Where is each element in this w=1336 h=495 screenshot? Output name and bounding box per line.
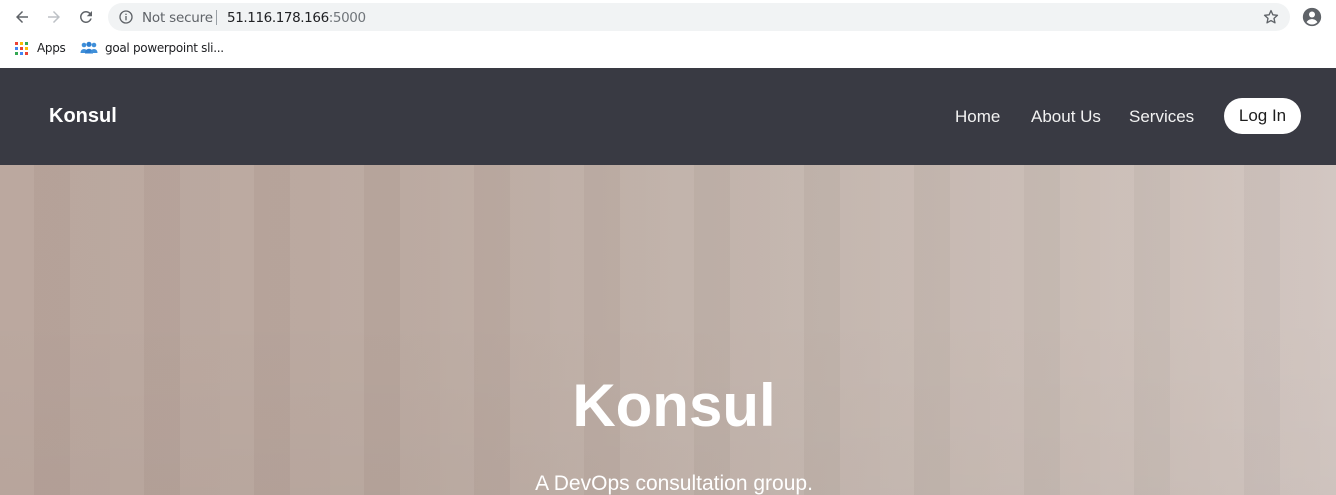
hero-title: Konsul <box>572 372 776 439</box>
nav-services[interactable]: Services <box>1129 107 1194 127</box>
hero-section: Konsul A DevOps consultation group. <box>0 165 1336 495</box>
browser-toolbar: Not secure 51.116.178.166:5000 <box>0 0 1336 34</box>
apps-grid-icon <box>15 41 28 55</box>
login-button[interactable]: Log In <box>1224 98 1301 134</box>
reload-button[interactable] <box>74 5 98 29</box>
bookmark-apps[interactable]: Apps <box>15 41 66 55</box>
people-group-icon <box>80 41 98 54</box>
reload-icon <box>79 10 92 23</box>
url-host: 51.116.178.166 <box>227 10 329 26</box>
nav-home[interactable]: Home <box>955 107 1000 127</box>
address-bar[interactable]: Not secure 51.116.178.166:5000 <box>108 3 1290 31</box>
arrow-right-icon <box>48 11 60 23</box>
url-port: :5000 <box>328 10 366 26</box>
nav-about-us[interactable]: About Us <box>1031 107 1101 127</box>
bookmark-goal-label: goal powerpoint sli... <box>105 41 224 55</box>
star-icon[interactable] <box>1262 8 1280 26</box>
profile-icon[interactable] <box>1302 7 1322 27</box>
bookmarks-bar: Apps goal powerpoint sli... <box>0 34 1336 68</box>
site-navbar: Konsul Home About Us Services Log In <box>0 68 1336 165</box>
url-text: 51.116.178.166:5000 <box>227 10 366 26</box>
security-label: Not secure <box>142 10 213 26</box>
omnibox-divider <box>216 10 217 25</box>
arrow-left-icon <box>16 11 28 23</box>
back-button[interactable] <box>10 5 34 29</box>
bookmark-goal-powerpoint[interactable]: goal powerpoint sli... <box>80 41 224 55</box>
hero-subtitle: A DevOps consultation group. <box>535 472 813 495</box>
bookmark-apps-label: Apps <box>37 41 66 55</box>
info-icon[interactable] <box>118 9 134 25</box>
brand-logo[interactable]: Konsul <box>49 105 117 128</box>
forward-button[interactable] <box>42 5 66 29</box>
